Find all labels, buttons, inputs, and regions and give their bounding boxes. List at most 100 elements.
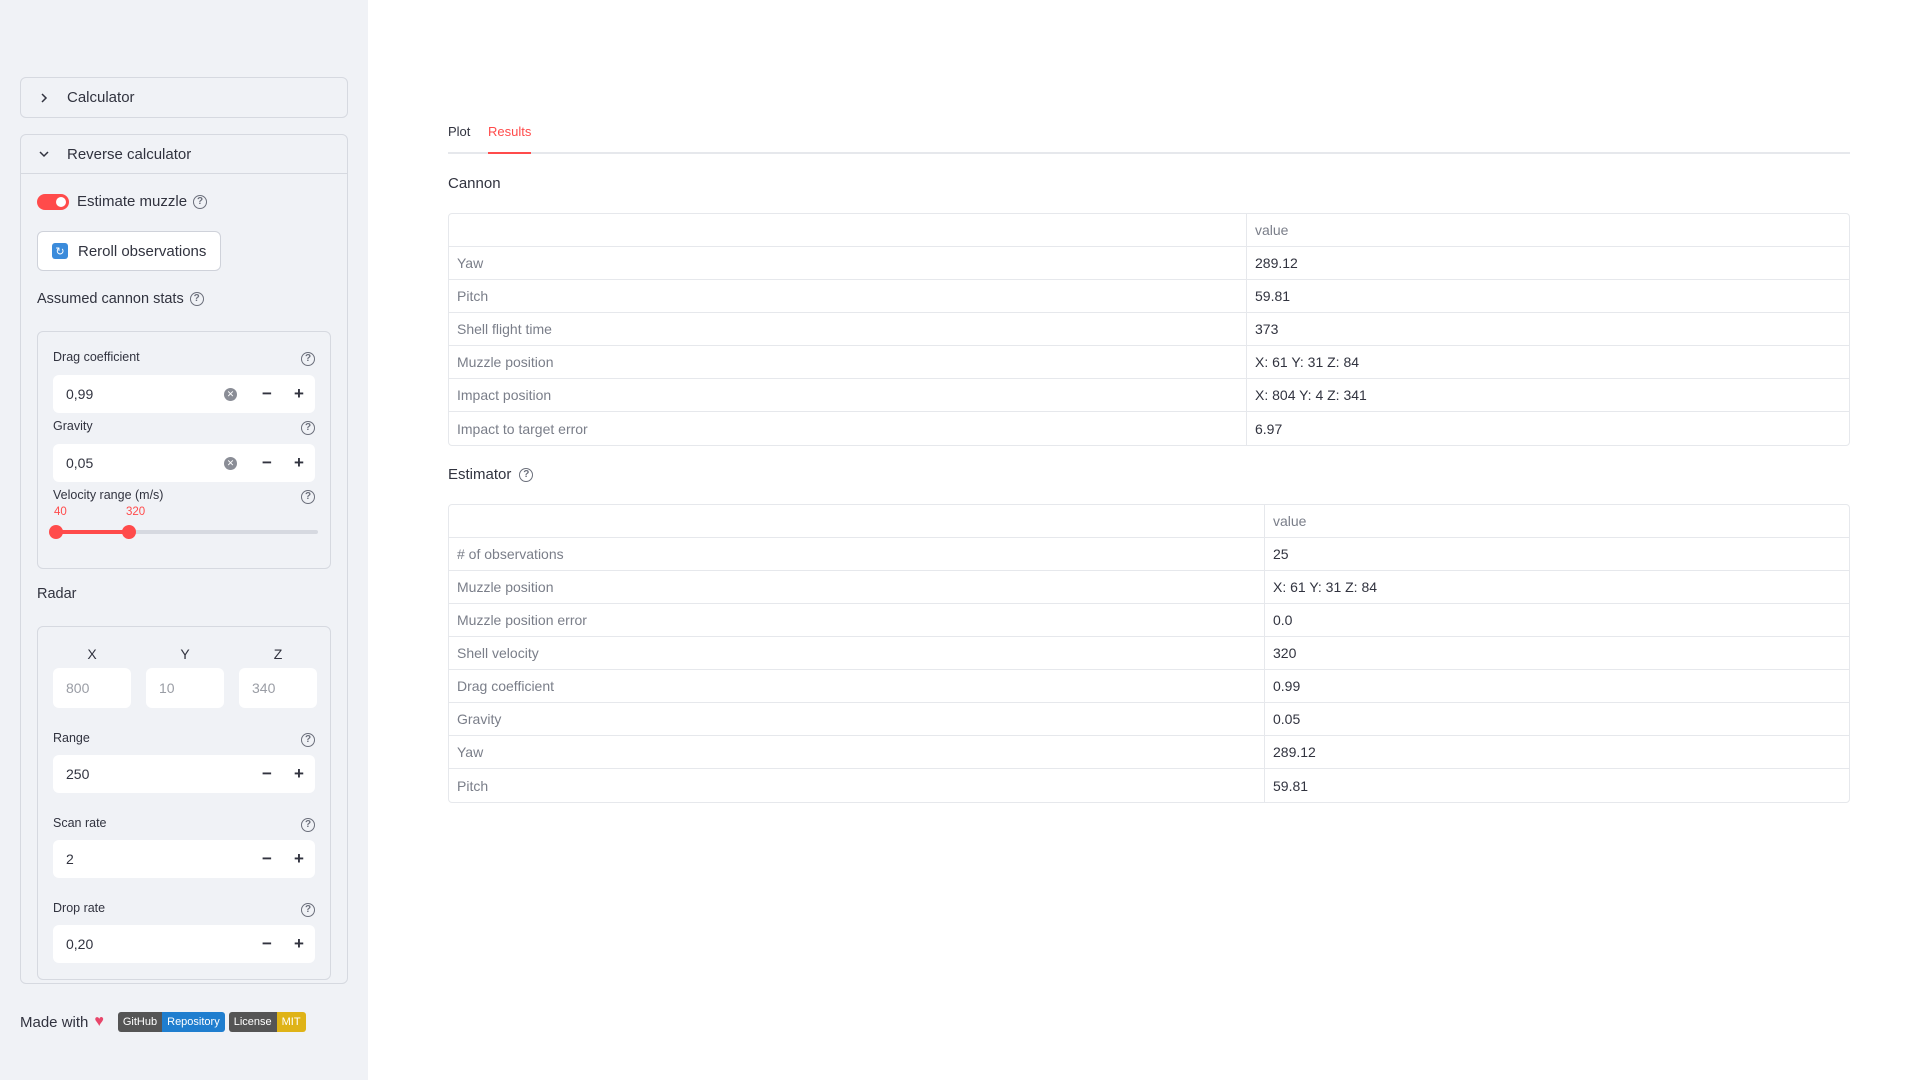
estimator-heading-text: Estimator <box>448 466 512 483</box>
help-icon[interactable]: ? <box>301 903 315 917</box>
heart-icon: ♥ <box>94 1013 104 1030</box>
row-value: 59.81 <box>1273 777 1309 794</box>
radar-label: Radar <box>37 586 77 602</box>
x-label: X <box>87 646 97 662</box>
velocity-max-value: 320 <box>126 506 146 518</box>
table-row: Shell velocity 320 <box>449 637 1849 670</box>
reverse-calculator-header[interactable]: Reverse calculator <box>21 135 347 174</box>
row-key: Muzzle position <box>449 571 1265 604</box>
table-row: Pitch 59.81 <box>449 280 1849 313</box>
help-icon[interactable]: ? <box>193 194 208 209</box>
cannon-stats-box: Drag coefficient ? 0,99 ✕ − + Gravity ? … <box>37 331 331 569</box>
tab-results[interactable]: Results <box>488 124 532 154</box>
tab-plot[interactable]: Plot <box>448 124 470 154</box>
decrement-button[interactable]: − <box>251 453 283 473</box>
y-label: Y <box>180 646 190 662</box>
row-value: 320 <box>1265 637 1849 670</box>
clear-icon[interactable]: ✕ <box>224 387 237 401</box>
row-value: 0.0 <box>1265 604 1849 637</box>
table-row: Gravity 0.05 <box>449 703 1849 736</box>
row-value: 25 <box>1265 538 1849 571</box>
table-header-row: value <box>449 214 1849 247</box>
velocity-max-handle[interactable] <box>122 525 137 539</box>
decrement-button[interactable]: − <box>251 934 283 954</box>
cannon-table: value Yaw 289.12 Pitch 59.81 Shell flight ti… <box>448 213 1850 446</box>
sidebar: Calculator Reverse calculator Estimate m… <box>0 0 368 1080</box>
help-icon[interactable]: ? <box>519 467 534 482</box>
gravity-input[interactable]: 0,05 ✕ − + <box>53 444 315 482</box>
row-key: Yaw <box>449 247 1247 280</box>
row-value: 289.12 <box>1265 736 1849 769</box>
github-badge-right: Repository <box>162 1012 225 1032</box>
increment-button[interactable]: + <box>283 934 315 954</box>
calculator-expander[interactable]: Calculator <box>20 77 348 118</box>
license-badge[interactable]: License MIT <box>228 1012 306 1032</box>
assumed-cannon-stats-label: Assumed cannon stats ? <box>37 291 204 307</box>
range-input[interactable]: 250 − + <box>53 755 315 793</box>
table-row: Shell flight time 373 <box>449 313 1849 346</box>
scan-rate-label: Scan rate <box>53 816 107 830</box>
drop-rate-input[interactable]: 0,20 − + <box>53 925 315 963</box>
drag-coefficient-value[interactable]: 0,99 <box>53 386 224 402</box>
tab-bar: Plot Results <box>448 124 1850 154</box>
drop-rate-label: Drop rate <box>53 901 106 915</box>
row-value: 6.97 <box>1255 420 1283 437</box>
x-input[interactable]: 800 <box>53 668 131 708</box>
row-key: Pitch <box>449 280 1247 313</box>
reroll-observations-button[interactable]: ↻ Reroll observations <box>37 231 221 271</box>
help-icon[interactable]: ? <box>301 490 315 504</box>
radar-text: Radar <box>37 586 77 602</box>
cannon-heading: Cannon <box>448 175 501 192</box>
table-row: Pitch 59.81 <box>449 769 1849 802</box>
gravity-value[interactable]: 0,05 <box>53 455 224 471</box>
row-value: 289.12 <box>1247 247 1849 280</box>
help-icon[interactable]: ? <box>189 292 204 306</box>
row-key: Muzzle position error <box>449 604 1265 637</box>
made-with-text: Made with <box>20 1013 89 1031</box>
row-key: # of observations <box>449 538 1265 571</box>
help-icon[interactable]: ? <box>301 733 315 747</box>
calculator-expander-header[interactable]: Calculator <box>21 78 347 117</box>
reroll-icon: ↻ <box>52 243 68 259</box>
license-badge-left: License <box>228 1012 277 1032</box>
row-key: Impact to target error <box>449 412 1247 445</box>
velocity-min-handle[interactable] <box>49 525 63 539</box>
help-icon[interactable]: ? <box>301 818 315 832</box>
decrement-button[interactable]: − <box>251 849 283 869</box>
velocity-range-slider[interactable] <box>49 525 318 539</box>
z-input[interactable]: 340 <box>239 668 317 708</box>
help-icon[interactable]: ? <box>301 352 315 366</box>
drag-coefficient-input[interactable]: 0,99 ✕ − + <box>53 375 315 413</box>
row-value: X: 61 Y: 31 Z: 84 <box>1265 571 1849 604</box>
estimate-muzzle-label: Estimate muzzle <box>77 193 188 210</box>
scan-rate-value[interactable]: 2 <box>53 851 251 867</box>
increment-button[interactable]: + <box>283 849 315 869</box>
table-header-value: value <box>1265 505 1849 538</box>
clear-icon[interactable]: ✕ <box>224 456 237 470</box>
row-value: 59.81 <box>1247 280 1849 313</box>
help-icon[interactable]: ? <box>301 421 315 435</box>
estimator-table: value # of observations 25 Muzzle position… <box>448 504 1850 803</box>
range-value[interactable]: 250 <box>53 766 251 782</box>
increment-button[interactable]: + <box>283 453 315 473</box>
y-input[interactable]: 10 <box>146 668 224 708</box>
increment-button[interactable]: + <box>283 384 315 404</box>
estimate-muzzle-toggle[interactable] <box>37 193 69 210</box>
decrement-button[interactable]: − <box>251 764 283 784</box>
cannon-heading-text: Cannon <box>448 175 501 192</box>
increment-button[interactable]: + <box>283 764 315 784</box>
scan-rate-input[interactable]: 2 − + <box>53 840 315 878</box>
drop-rate-value[interactable]: 0,20 <box>53 936 251 952</box>
reroll-label: Reroll observations <box>78 242 207 260</box>
decrement-button[interactable]: − <box>251 384 283 404</box>
chevron-right-icon <box>37 91 51 105</box>
table-header-row: value <box>449 505 1849 538</box>
range-label: Range <box>53 731 90 745</box>
row-key: Shell velocity <box>449 637 1265 670</box>
github-badge[interactable]: GitHub Repository <box>117 1012 225 1032</box>
reverse-calculator-expander: Reverse calculator Estimate muzzle ? ↻ R… <box>20 134 348 984</box>
row-key: Pitch <box>449 769 1265 802</box>
assumed-cannon-stats-text: Assumed cannon stats <box>37 291 184 307</box>
row-value: 0.99 <box>1265 670 1849 703</box>
row-key: Yaw <box>449 736 1265 769</box>
